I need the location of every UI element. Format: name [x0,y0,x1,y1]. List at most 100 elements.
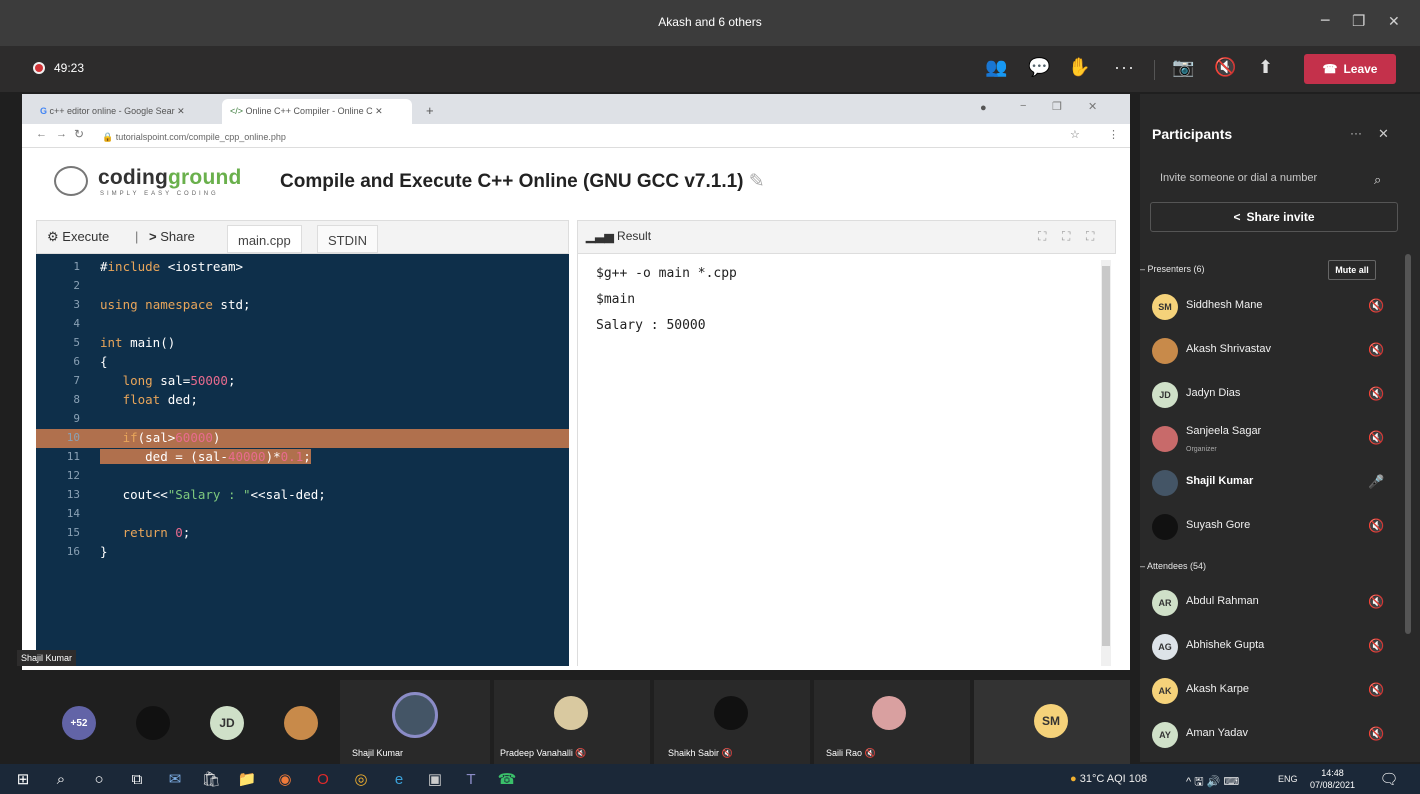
cortana-icon[interactable]: ○ [88,768,110,790]
codingground-logo[interactable]: codingground [98,166,242,190]
notifications-icon[interactable]: 🗨 [1378,768,1400,790]
leave-button[interactable]: ☎ Leave [1304,54,1396,84]
more-icon[interactable]: ··· [1114,57,1135,78]
code-line[interactable]: 16} [36,543,569,562]
attendees-section-label[interactable]: – Attendees (54) [1140,561,1206,571]
edge-icon[interactable]: e [388,768,410,790]
mic-off-icon[interactable]: 🔇 [1368,342,1384,358]
tab-main-cpp[interactable]: main.cpp [227,225,302,253]
participant-row[interactable]: AG Abhishek Gupta 🔇 [1140,624,1402,668]
code-line[interactable]: 4 [36,315,569,334]
presenters-section-label[interactable]: – Presenters (6) [1140,264,1205,274]
participant-row[interactable]: SM Siddhesh Mane 🔇 [1140,284,1402,328]
url-field[interactable]: 🔒 tutorialspoint.com/compile_cpp_online.… [92,129,972,145]
weather-widget[interactable]: ● 31°C AQI 108 [1070,773,1147,785]
camera-off-icon[interactable]: 📷 [1172,57,1194,78]
tab-close-icon[interactable]: ✕ [375,106,383,116]
mic-on-icon[interactable]: 🎤 [1368,474,1384,490]
participant-row[interactable]: JD Jadyn Dias 🔇 [1140,372,1402,416]
edit-icon[interactable]: ✎ [749,171,765,192]
back-icon[interactable]: ← [36,128,47,140]
browser-menu-icon[interactable]: ⋮ [1108,128,1119,141]
participant-row[interactable]: AR Abdul Rahman 🔇 [1140,580,1402,624]
new-tab-button[interactable]: + [418,96,442,121]
video-tile-shajil[interactable]: Shajil Kumar [340,680,490,764]
mic-off-icon[interactable]: 🔇 [1368,682,1384,698]
opera-icon[interactable]: O [312,768,334,790]
code-line[interactable]: 5 int main() [36,334,569,353]
search-icon[interactable]: ⌕ [1374,172,1381,188]
code-line[interactable]: 3 using namespace std; [36,296,569,315]
language-indicator[interactable]: ENG [1278,774,1298,784]
participant-row[interactable]: Sanjeela Sagar Organizer 🔇 [1140,416,1402,460]
mic-off-icon[interactable]: 🔇 [1368,298,1384,314]
participant-row[interactable]: Shajil Kumar 🎤 [1140,460,1402,504]
code-editor[interactable]: 1 #include <iostream> 2 3 using namespace st… [36,254,569,666]
result-scroll-thumb[interactable] [1102,266,1110,646]
mic-off-icon[interactable]: 🔇 [1368,726,1384,742]
reactions-icon[interactable]: ✋ [1068,57,1090,78]
tab-stdin[interactable]: STDIN [317,225,378,253]
firefox-icon[interactable]: ◉ [274,768,296,790]
mic-off-icon[interactable]: 🔇 [1368,518,1384,534]
profile-icon[interactable]: ● [980,102,987,114]
store-icon[interactable]: 🛍 [200,768,222,790]
code-line[interactable]: 12 [36,467,569,486]
reload-icon[interactable]: ↻ [74,127,84,141]
code-line[interactable]: 13 cout<<"Salary : "<<sal-ded; [36,486,569,505]
whatsapp-icon[interactable]: ☎ [496,768,518,790]
browser-tab-google[interactable]: G c++ editor online - Google Sear ✕ [32,99,217,124]
search-icon[interactable]: ⌕ [50,768,72,790]
code-line[interactable]: 2 [36,277,569,296]
browser-tab-compiler[interactable]: </> Online C++ Compiler - Online C ✕ [222,99,412,124]
file-explorer-icon[interactable]: 📁 [236,768,258,790]
fullscreen-icon[interactable]: ⛶ [1086,229,1094,244]
code-line[interactable]: 1 #include <iostream> [36,258,569,277]
participant-row[interactable]: AK Akash Karpe 🔇 [1140,668,1402,712]
browser-close-icon[interactable]: ✕ [1088,100,1097,113]
overflow-count[interactable]: +52 [62,706,96,740]
app-icon[interactable]: ▣ [424,768,446,790]
participants-scrollbar[interactable] [1405,254,1411,634]
video-tile-saili[interactable]: Saili Rao 🔇 [814,680,970,764]
video-tile-sm[interactable]: SM [974,680,1130,764]
mic-off-icon[interactable]: 🔇 [1368,594,1384,610]
video-tile-pradeep[interactable]: Pradeep Vanahalli 🔇 [494,680,650,764]
mic-off-icon[interactable]: 🔇 [1368,430,1384,446]
forward-icon[interactable]: → [56,128,67,140]
mic-off-icon[interactable]: 🔇 [1368,638,1384,654]
mail-icon[interactable]: ✉ [164,768,186,790]
participant-row[interactable]: Akash Shrivastav 🔇 [1140,328,1402,372]
windows-start-icon[interactable]: ⊞ [12,768,34,790]
task-view-icon[interactable]: ⧉ [126,768,148,790]
invite-input[interactable]: Invite someone or dial a number [1150,164,1400,194]
minimize-button[interactable]: − [1320,10,1331,31]
star-icon[interactable]: ☆ [1070,128,1080,141]
code-line[interactable]: 6{ [36,353,569,372]
browser-minimize-icon[interactable]: − [1020,100,1026,112]
mic-off-icon[interactable]: 🔇 [1368,386,1384,402]
mic-off-icon[interactable]: 🔇 [1214,57,1236,78]
code-line[interactable]: 7 long sal=50000; [36,372,569,391]
people-icon[interactable]: 👥 [985,57,1007,78]
mute-all-button[interactable]: Mute all [1328,260,1376,280]
participant-row[interactable]: AY Aman Yadav 🔇 [1140,712,1402,756]
code-line[interactable]: 11 ded = (sal-40000)*0.1; [36,448,569,467]
code-line[interactable]: 15 return 0; [36,524,569,543]
maximize-button[interactable]: ❐ [1352,12,1365,30]
close-icon[interactable]: ✕ [1378,126,1389,142]
video-tile-shaikh[interactable]: Shaikh Sabir 🔇 [654,680,810,764]
code-line[interactable]: 14 [36,505,569,524]
teams-icon[interactable]: T [460,768,482,790]
code-line[interactable]: 10 if(sal>60000) [36,429,569,448]
chrome-icon[interactable]: ◎ [350,768,372,790]
system-clock[interactable]: 14:48 07/08/2021 [1310,767,1355,791]
tray-icons[interactable]: ^ 🖫 🔊 ⌨ [1186,773,1239,792]
close-button[interactable]: ✕ [1388,13,1400,30]
share-button[interactable]: > Share [149,229,195,244]
code-line[interactable]: 9 [36,410,569,429]
expand-icon[interactable]: ⛶ [1062,229,1070,244]
participant-row[interactable]: Suyash Gore 🔇 [1140,504,1402,548]
code-line[interactable]: 8 float ded; [36,391,569,410]
chat-icon[interactable]: 💬 [1028,57,1050,78]
